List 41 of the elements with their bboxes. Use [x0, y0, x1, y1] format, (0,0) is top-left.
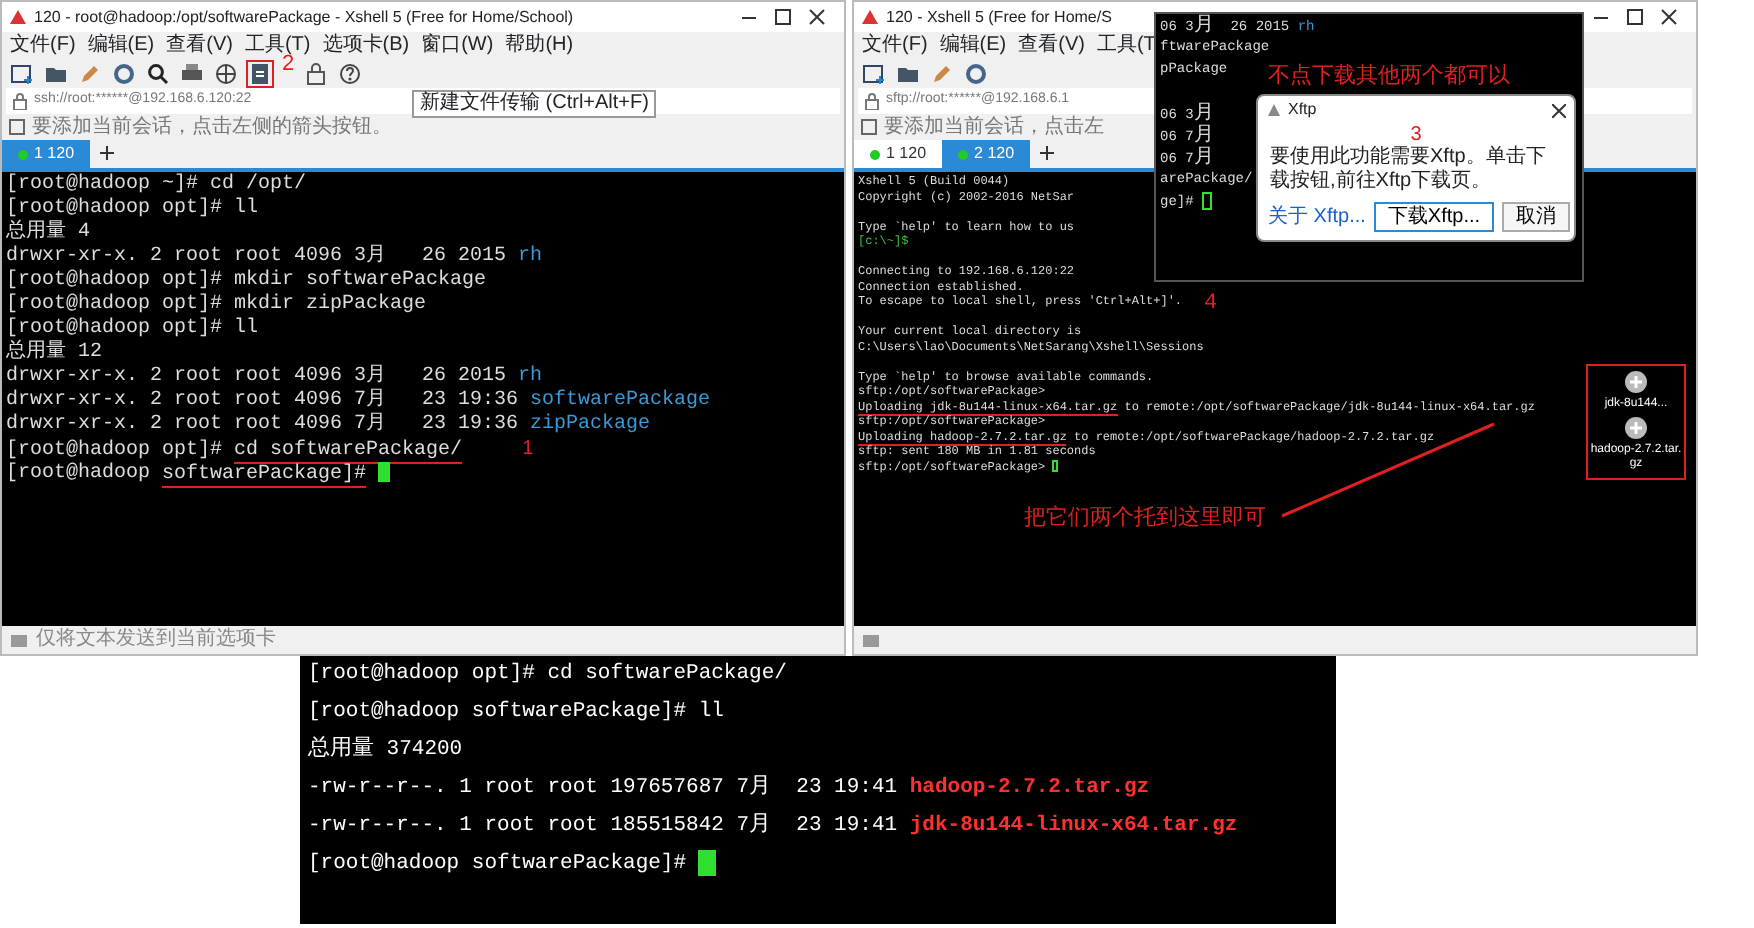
terminal-text: drwxr-xr-x. 2 root root 4096 3月 26 2015 [6, 366, 509, 388]
annotation-number: 2 [282, 52, 295, 81]
annotation-text: 把它们两个托到这里即可 [1024, 504, 1266, 536]
window-title: 120 - Xshell 5 (Free for Home/S [886, 5, 1112, 29]
annotation-number: 1 [522, 438, 534, 460]
terminal-text: 总用量 12 [6, 342, 103, 364]
dialog-title: Xftp [1288, 98, 1317, 122]
terminal-text: [root@hadoop opt]# cd softwarePackage/ [308, 662, 787, 686]
terminal-text: 总用量 4 [6, 222, 91, 244]
file-name: jdk-8u144-linux-x64.tar.gz [909, 814, 1238, 838]
terminal-text: -rw-r--r--. 1 root root 185515842 7月 23 19:41 [308, 814, 900, 838]
terminal-text: [root@hadoop opt]# mkdir zipPackage [6, 294, 427, 316]
annotation-number: 4 [1204, 290, 1218, 320]
annotation-text: 不点下载其他两个都可以 [1268, 62, 1510, 94]
terminal-text: -rw-r--r--. 1 root root 197657687 7月 23 19:41 [308, 776, 900, 800]
terminal-text: [root@hadoop ~]# cd /opt/ [6, 174, 307, 196]
hint-text: 要添加当前会话，点击左侧的箭头按钮。 [32, 115, 392, 139]
terminal-text: [root@hadoop softwarePackage]# ll [308, 700, 724, 724]
status-text: 仅将文本发送到当前选项卡 [36, 628, 276, 652]
tooltip: 新建文件传输 (Ctrl+Alt+F) [412, 90, 657, 118]
terminal-text: drwxr-xr-x. 2 root root 4096 7月 23 19:36 [6, 414, 521, 436]
dialog-message: 要使用此功能需要Xftp。单击下载按钮,前往Xftp下载页。 [1268, 146, 1548, 194]
directory-name: rh [518, 246, 543, 268]
terminal-text: [root@hadoop opt]# ll [6, 198, 259, 220]
terminal-text: [root@hadoop opt]# [6, 440, 225, 462]
file-name: hadoop-2.7.2.tar.gz [909, 776, 1150, 800]
underlined-text: softwarePackage]# [162, 463, 367, 488]
terminal-text: drwxr-xr-x. 2 root root 4096 7月 23 19:36 [6, 390, 521, 412]
annotation-number: 3 [1408, 124, 1424, 146]
terminal-text: 总用量 374200 [308, 738, 463, 762]
directory-name: softwarePackage [530, 390, 711, 412]
hint-text: 要添加当前会话，点击左 [884, 115, 1104, 139]
underlined-text: cd softwarePackage/ [234, 440, 463, 464]
window-title: 120 - root@hadoop:/opt/softwarePackage - Xshell 5 (Free for Home/School) [34, 5, 574, 29]
terminal-text: drwxr-xr-x. 2 root root 4096 3月 26 2015 [6, 246, 509, 268]
terminal-text: [root@hadoop opt]# mkdir softwarePackage [6, 270, 487, 292]
terminal-text: [root@hadoop opt]# ll [6, 318, 259, 340]
directory-name: zipPackage [530, 414, 651, 436]
terminal-text: [root@hadoop [6, 463, 153, 486]
directory-name: rh [518, 366, 543, 388]
terminal-text: [root@hadoop softwarePackage]# [308, 852, 687, 876]
